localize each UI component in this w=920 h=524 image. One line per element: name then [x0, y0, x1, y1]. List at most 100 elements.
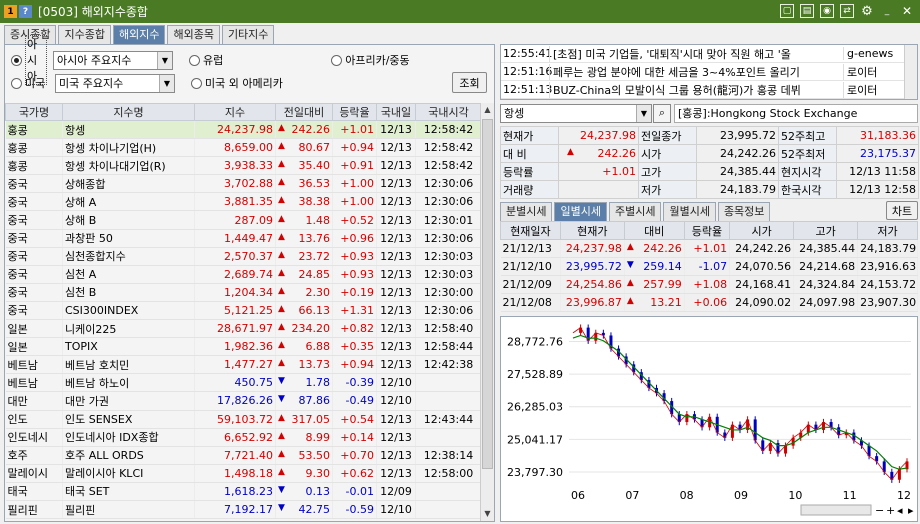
table-row[interactable]: 호주 호주 ALL ORDS 7,721.40 ▲ 53.50 +0.70 12/13 12:… [5, 446, 482, 465]
grid-header[interactable]: 국내시각 [415, 103, 482, 121]
triangle-up-icon: ▲ [626, 278, 634, 288]
link-icon[interactable]: ⇄ [840, 4, 854, 18]
scroll-up-icon[interactable]: ▲ [482, 103, 493, 117]
grid-header[interactable]: 국내일 [376, 103, 416, 121]
search-icon[interactable]: ⌕ [653, 103, 671, 123]
date-cell: 12/13 [376, 120, 416, 140]
search-button[interactable]: 조회 [452, 72, 487, 93]
us-radio[interactable] [11, 77, 22, 89]
daily-rate: -1.07 [684, 257, 731, 276]
news-headline[interactable]: BUZ-China의 모발이식 그룹 용허(龍河)가 홍콩 데뷔 [549, 81, 843, 98]
table-row[interactable]: 중국 상해 B 287.09 ▲ 1.48 +0.52 12/13 12:30:01 [5, 210, 482, 230]
daily-header[interactable]: 대비 [623, 221, 685, 240]
table-row[interactable]: 중국 심천종합지수 2,570.37 ▲ 23.72 +0.93 12/13 12:30:03 [5, 247, 482, 266]
grid-header[interactable]: 지수명 [62, 103, 195, 121]
chevron-down-icon[interactable]: ▼ [636, 104, 651, 122]
daily-header[interactable]: 현재가 [559, 221, 625, 240]
capture-icon[interactable]: ◉ [820, 4, 834, 18]
close-icon[interactable]: ✕ [900, 4, 914, 18]
news-item[interactable]: 12:51:16 페루는 광업 분야에 대한 세금을 3~4%포인트 올리기 로이터 [501, 63, 917, 81]
table-row[interactable]: 21/12/10 23,995.72 ▼ 259.14 -1.07 24,070.56 24… [500, 257, 918, 276]
window-title: [0503] 해외지수종합 [38, 5, 148, 19]
table-row[interactable]: 중국 심천 A 2,689.74 ▲ 24.85 +0.93 12/13 12:30:03 [5, 265, 482, 284]
scroll-right-icon[interactable]: ▸ [908, 504, 914, 517]
chevron-down-icon[interactable]: ▼ [157, 51, 172, 69]
scroll-left-icon[interactable]: ◂ [897, 504, 903, 517]
news-headline[interactable]: [초점] 미국 기업들, '대퇴직'시대 맞아 직원 해고 '올 [549, 45, 843, 62]
americas-radio[interactable] [191, 77, 202, 89]
save-icon[interactable]: ▤ [800, 4, 814, 18]
news-item[interactable]: 12:51:13 BUZ-China의 모발이식 그룹 용허(龍河)가 홍콩 데뷔… [501, 81, 917, 99]
daily-header[interactable]: 고가 [793, 221, 859, 240]
grid-header[interactable]: 국가명 [5, 103, 63, 121]
grid-header[interactable]: 전일대비 [275, 103, 333, 121]
rate-cell: +1.31 [332, 301, 377, 321]
chevron-down-icon[interactable]: ▼ [159, 74, 174, 92]
table-row[interactable]: 베트남 베트남 호치민 1,477.27 ▲ 13.73 +0.94 12/13 12:42:… [5, 355, 482, 375]
africa-radio[interactable] [331, 54, 343, 66]
symbol-input[interactable]: 항셍 ▼ [500, 103, 652, 123]
table-row[interactable]: 태국 태국 SET 1,618.23 ▼ 0.13 -0.01 12/09 [5, 482, 482, 501]
help-badge[interactable]: ? [19, 5, 32, 18]
scroll-down-icon[interactable]: ▼ [482, 507, 493, 521]
index-name-cell: CSI300INDEX [62, 301, 195, 321]
table-row[interactable]: 일본 TOPIX 1,982.36 ▲ 6.88 +0.35 12/13 12:58:44 [5, 337, 482, 357]
table-row[interactable]: 중국 상해종합 3,702.88 ▲ 36.53 +1.00 12/13 12:30:06 [5, 174, 482, 194]
americas-radio-label[interactable]: 미국 외 아메리카 [205, 75, 283, 91]
table-row[interactable]: 중국 CSI300INDEX 5,121.25 ▲ 66.13 +1.31 12/13 12:… [5, 301, 482, 321]
table-row[interactable]: 홍콩 항셍 24,237.98 ▲ 242.26 +1.01 12/13 12:58:42 [5, 120, 482, 140]
table-row[interactable]: 인도 인도 SENSEX 59,103.72 ▲ 317.05 +0.54 12/13 12:… [5, 410, 482, 429]
us-index-combo[interactable]: 미국 주요지수 ▼ [55, 73, 175, 93]
tab-2[interactable]: 해외지수 [112, 25, 166, 44]
grid-header[interactable]: 등락율 [332, 103, 377, 121]
europe-radio[interactable] [189, 54, 200, 66]
daily-header[interactable]: 시가 [729, 221, 795, 240]
table-row[interactable]: 홍콩 항셍 차이나기업(H) 8,659.00 ▲ 80.67 +0.94 12/13 12:… [5, 138, 482, 158]
europe-radio-label[interactable]: 유럽 [203, 52, 223, 68]
subtab-4[interactable]: 종목정보 [717, 202, 771, 221]
table-row[interactable]: 말레이시 말레이시아 KLCI 1,498.18 ▲ 9.30 +0.62 12/13 12:… [5, 464, 482, 483]
new-window-icon[interactable]: ▢ [780, 4, 794, 18]
screen-number-badge[interactable]: 1 [4, 5, 17, 18]
minimize-icon[interactable]: _ [880, 4, 894, 18]
zoom-in-icon[interactable]: + [886, 504, 895, 517]
table-row[interactable]: 필리핀 필리핀 7,192.17 ▼ 42.75 -0.59 12/10 [5, 500, 482, 520]
subtab-1[interactable]: 일별시세 [554, 202, 607, 221]
asia-index-combo[interactable]: 아시아 주요지수 ▼ [53, 50, 173, 70]
table-row[interactable]: 중국 상해 A 3,881.35 ▲ 38.38 +1.00 12/13 12:30:06 [5, 192, 482, 212]
table-row[interactable]: 일본 니케이225 28,671.97 ▲ 234.20 +0.82 12/13 12:58:… [5, 319, 482, 339]
zoom-slider[interactable] [800, 504, 872, 516]
table-row[interactable]: 중국 심천 B 1,204.34 ▲ 2.30 +0.19 12/13 12:30:00 [5, 283, 482, 302]
subtab-2[interactable]: 주별시세 [608, 202, 662, 221]
table-row[interactable]: 홍콩 항셍 차이나대기업(R) 3,938.33 ▲ 35.40 +0.91 12/13 12… [5, 156, 482, 176]
zoom-out-icon[interactable]: − [875, 504, 884, 517]
table-row[interactable]: 21/12/13 24,237.98 ▲ 242.26 +1.01 24,242.26 24… [500, 239, 918, 258]
chart-button[interactable]: 차트 [886, 201, 918, 220]
daily-header[interactable]: 저가 [857, 221, 918, 240]
quote-value: 31,183.36 [836, 126, 919, 145]
news-scrollbar[interactable] [904, 45, 917, 99]
table-row[interactable]: 21/12/09 24,254.86 ▲ 257.99 +1.08 24,168.41 24… [500, 275, 918, 294]
grid-header[interactable]: 지수 [194, 103, 276, 121]
news-item[interactable]: 12:55:41 [초점] 미국 기업들, '대퇴직'시대 맞아 직원 해고 '올… [501, 45, 917, 63]
series-line-0 [572, 327, 908, 481]
table-row[interactable]: 대만 대만 가권 17,826.26 ▼ 87.86 -0.49 12/10 [5, 391, 482, 411]
news-headline[interactable]: 페루는 광업 분야에 대한 세금을 3~4%포인트 올리기 [549, 63, 843, 80]
table-row[interactable]: 베트남 베트남 하노이 450.75 ▼ 1.78 -0.39 12/10 [5, 373, 482, 393]
grid-scrollbar[interactable]: ▲ ▼ [480, 103, 494, 521]
table-row[interactable]: 21/12/08 23,996.87 ▲ 13.21 +0.06 24,090.02 24,… [500, 293, 918, 312]
africa-radio-label[interactable]: 아프리카/중동 [345, 52, 409, 68]
asia-radio[interactable] [11, 54, 22, 66]
subtab-3[interactable]: 월별시세 [663, 202, 716, 221]
tab-4[interactable]: 기타지수 [221, 25, 275, 44]
gear-icon[interactable]: ⚙ [860, 4, 874, 19]
daily-header[interactable]: 현재일자 [500, 221, 561, 240]
table-row[interactable]: 중국 과창판 50 1,449.47 ▲ 13.76 +0.96 12/13 12:30:06 [5, 229, 482, 248]
daily-header[interactable]: 등락율 [683, 221, 731, 240]
scroll-thumb[interactable] [482, 119, 493, 469]
tab-3[interactable]: 해외종목 [167, 25, 220, 44]
subtab-0[interactable]: 분별시세 [500, 202, 553, 221]
tab-1[interactable]: 지수종합 [58, 25, 111, 44]
us-radio-label[interactable]: 미국 [25, 75, 49, 91]
table-row[interactable]: 인도네시 인도네시아 IDX종합 6,652.92 ▲ 8.99 +0.14 12/13 [5, 428, 482, 447]
